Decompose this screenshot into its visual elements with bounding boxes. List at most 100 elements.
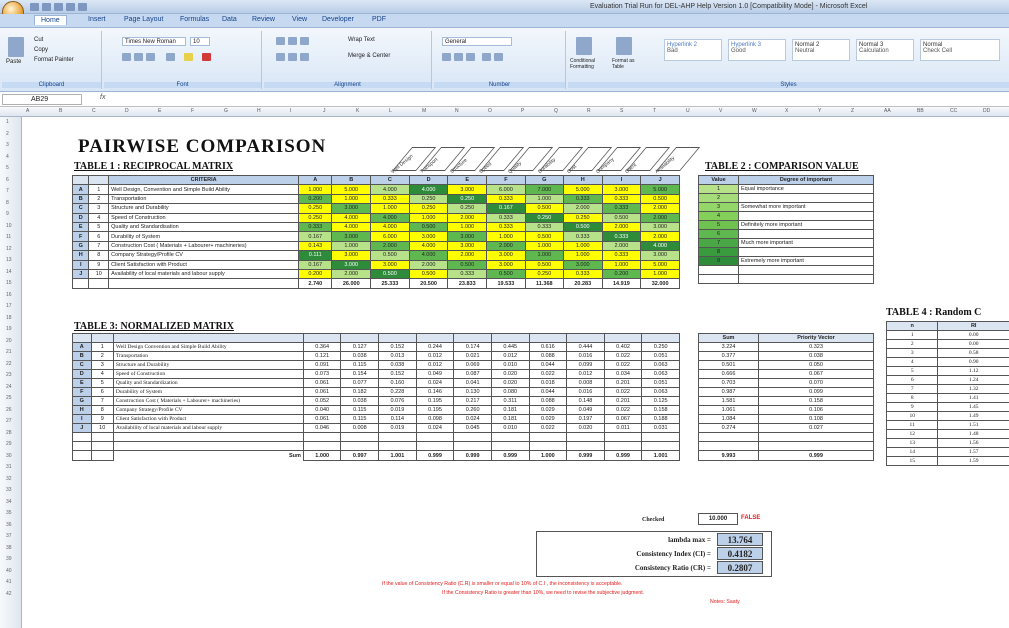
normalized-cell[interactable]: 0.024 xyxy=(453,414,492,424)
ri-value[interactable]: 1.57 xyxy=(937,447,1009,457)
column-header[interactable]: AA xyxy=(884,108,891,114)
comparison-value[interactable]: 2 xyxy=(698,193,739,203)
normalized-cell[interactable]: 0.012 xyxy=(490,351,530,361)
matrix-cell[interactable]: 2.000 xyxy=(331,268,372,280)
ri-value[interactable]: 0.00 xyxy=(937,339,1009,349)
row-header[interactable]: 15 xyxy=(6,280,12,286)
blank-cell[interactable] xyxy=(758,432,874,442)
cut-button[interactable]: Cut xyxy=(34,37,43,43)
matrix-cell[interactable]: 0.500 xyxy=(370,268,410,280)
column-header[interactable]: F xyxy=(191,108,194,114)
blank-cell[interactable] xyxy=(698,432,759,442)
worksheet[interactable]: PAIRWISE COMPARISON TABLE 1 : RECIPROCAL… xyxy=(22,117,1009,628)
column-header[interactable]: Y xyxy=(818,108,821,114)
currency-icon[interactable] xyxy=(442,53,451,61)
normalized-cell[interactable]: 0.152 xyxy=(378,369,417,379)
matrix-cell[interactable]: 0.250 xyxy=(447,193,488,205)
matrix-cell[interactable]: 3.000 xyxy=(408,231,449,242)
column-sum[interactable]: 0.997 xyxy=(340,450,380,461)
ri-value[interactable]: 1.32 xyxy=(937,384,1009,394)
row-sum[interactable]: 0.274 xyxy=(698,423,759,433)
blank-cell[interactable] xyxy=(112,441,304,451)
blank-cell[interactable] xyxy=(108,278,300,290)
number-format-box[interactable]: General xyxy=(442,37,512,46)
row-header[interactable]: 16 xyxy=(6,292,12,298)
normalized-cell[interactable]: 0.029 xyxy=(528,414,568,424)
row-header[interactable]: 29 xyxy=(6,441,12,447)
row-header[interactable]: 11 xyxy=(6,234,11,240)
matrix-cell[interactable]: 3.000 xyxy=(640,250,680,261)
sum-label[interactable]: Sum xyxy=(113,451,303,461)
copy-button[interactable]: Copy xyxy=(34,47,48,53)
row-id[interactable]: G xyxy=(71,240,90,252)
header-cell[interactable] xyxy=(90,333,114,343)
blank-cell[interactable] xyxy=(302,441,342,451)
fx-icon[interactable]: fx xyxy=(100,94,105,101)
align-center-icon[interactable] xyxy=(288,53,297,61)
normalized-cell[interactable]: 0.154 xyxy=(340,369,380,379)
normalized-cell[interactable]: 0.121 xyxy=(302,351,342,361)
matrix-cell[interactable]: 0.333 xyxy=(486,193,526,205)
blank-cell[interactable] xyxy=(340,441,380,451)
save-icon[interactable] xyxy=(30,3,39,11)
row-header[interactable]: 41 xyxy=(6,579,12,585)
normalized-cell[interactable]: 0.049 xyxy=(566,405,605,415)
criteria-name[interactable]: Construction Cost ( Materials + Labourer… xyxy=(108,240,300,252)
row-header[interactable]: 8 xyxy=(6,200,9,206)
comparison-degree[interactable]: Somewhat more important xyxy=(738,202,874,212)
matrix-cell[interactable]: 0.250 xyxy=(524,212,564,223)
column-sum[interactable]: 0.999 xyxy=(415,450,455,461)
blank-cell[interactable] xyxy=(698,274,739,284)
row-header[interactable]: 18 xyxy=(6,315,12,321)
criteria-name[interactable]: Availability of local materials and labo… xyxy=(112,423,304,433)
matrix-cell[interactable]: 0.500 xyxy=(524,231,564,242)
blank-cell[interactable] xyxy=(415,441,455,451)
blank-cell[interactable] xyxy=(566,432,605,442)
normalized-cell[interactable]: 0.364 xyxy=(302,342,342,352)
print-icon[interactable] xyxy=(66,3,75,11)
matrix-cell[interactable]: 0.250 xyxy=(298,212,333,223)
blank-cell[interactable] xyxy=(738,274,874,284)
font-color-icon[interactable] xyxy=(202,53,211,61)
row-id[interactable]: B xyxy=(71,193,90,205)
normalized-cell[interactable]: 0.016 xyxy=(566,387,605,397)
matrix-cell[interactable]: 3.000 xyxy=(562,259,603,270)
normalized-cell[interactable]: 0.040 xyxy=(302,405,342,415)
column-header[interactable]: B xyxy=(331,174,372,186)
matrix-cell[interactable]: 4.000 xyxy=(331,212,372,223)
matrix-cell[interactable]: 3.000 xyxy=(331,231,372,242)
criteria-name[interactable]: Well Design Convention and Simple Build … xyxy=(112,342,304,352)
ri-value[interactable]: 1.56 xyxy=(937,438,1009,448)
header-cell[interactable] xyxy=(603,333,643,343)
matrix-cell[interactable]: 0.500 xyxy=(562,221,603,233)
comparison-degree[interactable] xyxy=(738,211,874,221)
normalized-cell[interactable]: 0.049 xyxy=(415,369,455,379)
row-id[interactable]: G xyxy=(72,396,92,406)
n-header[interactable]: n xyxy=(885,321,939,331)
matrix-cell[interactable]: 0.333 xyxy=(562,193,603,205)
normalized-cell[interactable]: 0.038 xyxy=(378,360,417,370)
row-id[interactable]: F xyxy=(72,387,92,397)
normalized-cell[interactable]: 0.044 xyxy=(528,387,568,397)
matrix-cell[interactable]: 2.000 xyxy=(601,221,642,233)
normalized-cell[interactable]: 0.098 xyxy=(415,414,455,424)
matrix-cell[interactable]: 7.000 xyxy=(524,184,564,195)
priority-total[interactable]: 0.999 xyxy=(758,450,874,461)
row-header[interactable]: 42 xyxy=(6,591,12,597)
ri-value[interactable]: 0.00 xyxy=(937,330,1009,340)
matrix-cell[interactable]: 0.500 xyxy=(601,212,642,223)
blank-cell[interactable] xyxy=(72,432,92,442)
matrix-cell[interactable]: 0.500 xyxy=(640,193,680,205)
redo-icon[interactable] xyxy=(54,3,63,11)
normalized-cell[interactable]: 0.020 xyxy=(566,423,605,433)
row-number[interactable]: 6 xyxy=(88,231,110,242)
row-header[interactable]: 1 xyxy=(6,119,9,125)
normalized-cell[interactable]: 0.146 xyxy=(415,387,455,397)
column-header[interactable]: W xyxy=(752,108,757,114)
blank-cell[interactable] xyxy=(603,441,643,451)
matrix-cell[interactable]: 0.111 xyxy=(298,250,333,261)
criteria-name[interactable]: Company Strategy/Profile CV xyxy=(108,250,300,261)
comparison-value[interactable]: 9 xyxy=(698,256,739,266)
criteria-name[interactable]: Client Satisfaction with Product xyxy=(108,259,300,270)
matrix-cell[interactable]: 0.250 xyxy=(524,268,564,280)
